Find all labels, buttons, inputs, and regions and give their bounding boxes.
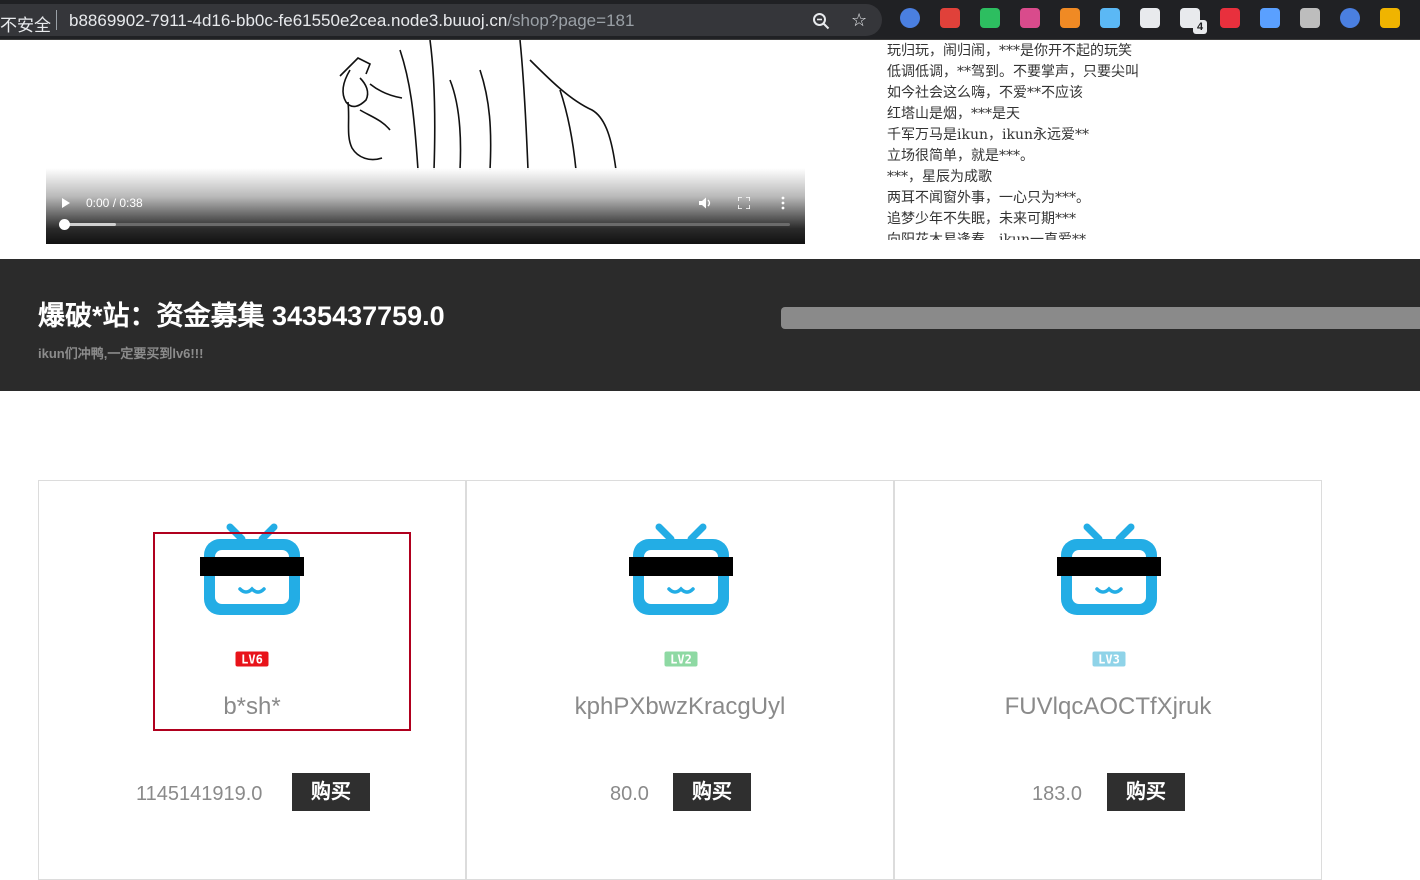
lyric-line: 玩归玩，闹归闹，***是你开不起的玩笑 <box>887 43 1132 59</box>
diamond-extension-icon[interactable] <box>1100 8 1120 28</box>
glasses-extension-icon[interactable] <box>1140 8 1160 28</box>
product-card: LV3 FUVlqcAOCTfXjruk 183.0 购买 <box>894 480 1322 880</box>
lyric-line: 红塔山是烟，***是天 <box>887 106 1020 122</box>
globe-extension-icon[interactable] <box>900 8 920 28</box>
product-price: 1145141919.0 <box>136 783 263 805</box>
video-seek-bar[interactable] <box>59 219 790 230</box>
extension-badge: 4 <box>1193 20 1207 34</box>
lyric-line: 追梦少年不失眠，未来可期*** <box>887 211 1076 227</box>
video-time: 0:00 / 0:38 <box>86 196 143 210</box>
zoom-icon[interactable] <box>812 12 830 30</box>
funding-progress-bar <box>781 307 1420 329</box>
video-player[interactable]: 0:00 / 0:38 <box>46 168 805 244</box>
singer-illustration <box>339 40 617 170</box>
video-buffer <box>64 223 116 226</box>
md5-extension-icon[interactable] <box>1380 8 1400 28</box>
product-price: 183.0 <box>1032 783 1083 805</box>
level-badge-icon: LV2 <box>664 651 698 667</box>
star-icon[interactable]: ☆ <box>851 10 867 30</box>
url-host: b8869902-7911-4d16-bb0c-fe61550e2cea.nod… <box>69 11 508 30</box>
banner-subtitle: ikun们冲鸭,一定要买到lv6!!! <box>38 346 204 361</box>
url-path: /shop?page=181 <box>507 11 635 30</box>
level-badge-text: LV2 <box>670 653 692 667</box>
lyric-line: 低调低调，**驾到。不要掌声，只要尖叫 <box>887 64 1139 80</box>
lyric-line: 千军万马是ikun，ikun永远爱** <box>887 127 1089 143</box>
volume-icon[interactable] <box>698 196 712 210</box>
lyrics-panel: 玩归玩，闹归闹，***是你开不起的玩笑 低调低调，**驾到。不要掌声，只要尖叫 如今… <box>887 41 1187 240</box>
red-bookmark-extension-icon[interactable] <box>1220 8 1240 28</box>
url-text[interactable]: b8869902-7911-4d16-bb0c-fe61550e2cea.nod… <box>69 11 634 31</box>
tv-icon <box>1057 523 1161 615</box>
product-name: FUVlqcAOCTfXjruk <box>1004 693 1212 720</box>
red-notes-extension-icon[interactable] <box>940 8 960 28</box>
lyric-line: ***，星辰为成歌 <box>887 169 992 185</box>
product-price: 80.0 <box>610 783 649 805</box>
product-card: LV6 b*sh* 1145141919.0 购买 <box>38 480 466 880</box>
lyric-line: 向阳花木易逢春，ikun一直爱** <box>887 232 1086 240</box>
product-name: kphPXbwzKracgUyl <box>574 693 786 720</box>
product-grid: LV6 b*sh* 1145141919.0 购买 LV2 kphPXbwzKracgUy… <box>38 480 1322 880</box>
tv-icon <box>629 523 733 615</box>
fundraising-banner: 爆破*站：资金募集 3435437759.0 ikun们冲鸭,一定要买到lv6!… <box>0 259 1420 391</box>
level-badge-text: LV3 <box>1098 653 1120 667</box>
selection-highlight <box>153 532 411 731</box>
moon-extension-icon[interactable] <box>1020 8 1040 28</box>
url-separator <box>56 10 57 30</box>
buy-button[interactable]: 购买 <box>673 773 751 811</box>
banner-title: 爆破*站：资金募集 3435437759.0 <box>38 301 445 331</box>
product-card: LV2 kphPXbwzKracgUyl 80.0 购买 <box>466 480 894 880</box>
play-icon[interactable] <box>62 198 70 208</box>
video-seek-thumb[interactable] <box>59 219 70 230</box>
lyric-line: 如今社会这么嗨，不爱**不应该 <box>887 85 1083 101</box>
lyric-line: 立场很简单，就是***。 <box>887 148 1034 164</box>
buy-button[interactable]: 购买 <box>1107 773 1185 811</box>
help-extension-icon[interactable] <box>1340 8 1360 28</box>
url-box[interactable]: 不安全 b8869902-7911-4d16-bb0c-fe61550e2cea… <box>0 4 882 36</box>
gear-extension-icon[interactable] <box>1300 8 1320 28</box>
more-options-icon[interactable] <box>780 196 786 210</box>
level-badge-icon: LV3 <box>1092 651 1126 667</box>
browser-address-bar: 不安全 b8869902-7911-4d16-bb0c-fe61550e2cea… <box>0 0 1420 40</box>
buy-button[interactable]: 购买 <box>292 773 370 811</box>
lyric-line: 两耳不闻窗外事，一心只为***。 <box>887 190 1090 206</box>
fullscreen-icon[interactable] <box>738 197 750 209</box>
pin-extension-icon[interactable] <box>1260 8 1280 28</box>
evernote-extension-icon[interactable] <box>980 8 1000 28</box>
orange-tool-extension-icon[interactable] <box>1060 8 1080 28</box>
security-indicator[interactable]: 不安全 <box>0 11 51 36</box>
